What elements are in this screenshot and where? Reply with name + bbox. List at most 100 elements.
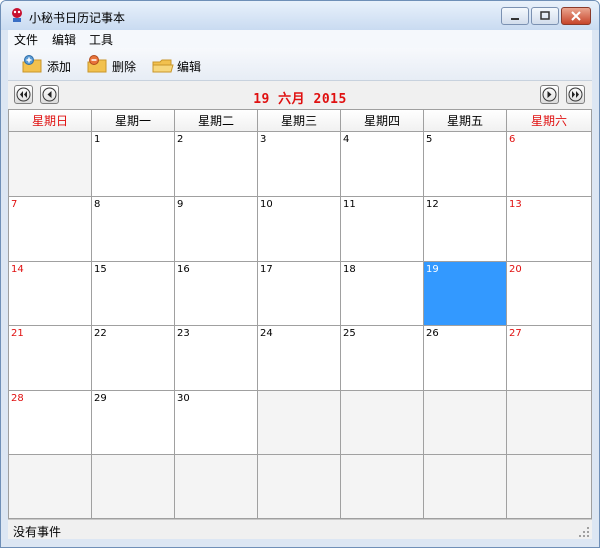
weekday-header: 星期五	[424, 110, 507, 132]
next-year-button[interactable]	[566, 85, 585, 104]
day-cell[interactable]: 20	[507, 262, 591, 326]
day-cell[interactable]: 27	[507, 326, 591, 391]
day-number: 7	[11, 199, 18, 210]
calendar-grid: 星期日 星期一 星期二 星期三 星期四 星期五 星期六 1 2 3 4 5 6 7 8 9 10 11 12 13 1…	[8, 109, 592, 519]
delete-folder-icon	[87, 55, 107, 73]
day-number: 1	[94, 134, 101, 145]
day-cell[interactable]: 21	[9, 326, 92, 391]
edit-label: 编辑	[177, 60, 202, 74]
day-cell[interactable]	[9, 132, 92, 197]
menu-file[interactable]: 文件	[14, 31, 38, 48]
weekday-header-row: 星期日 星期一 星期二 星期三 星期四 星期五 星期六	[9, 110, 591, 132]
day-number: 12	[426, 199, 439, 210]
app-logo-icon	[12, 8, 22, 22]
day-number: 10	[260, 199, 273, 210]
right-arrow-icon	[542, 87, 557, 102]
day-cell[interactable]: 28	[9, 391, 92, 455]
weekday-header: 星期日	[9, 110, 92, 132]
day-number: 11	[343, 199, 356, 210]
minimize-button[interactable]	[501, 7, 529, 25]
day-number: 9	[177, 199, 184, 210]
day-cell[interactable]: 23	[175, 326, 258, 391]
day-cell[interactable]	[341, 455, 424, 518]
day-cell[interactable]: 6	[507, 132, 591, 197]
day-number: 28	[11, 393, 24, 404]
day-cell[interactable]: 1	[92, 132, 175, 197]
day-number: 2	[177, 134, 184, 145]
day-cell[interactable]: 17	[258, 262, 341, 326]
weekday-header: 星期四	[341, 110, 424, 132]
day-number: 25	[343, 328, 356, 339]
edit-button[interactable]: 编辑	[151, 54, 201, 76]
day-number: 21	[11, 328, 24, 339]
day-cell[interactable]: 25	[341, 326, 424, 391]
day-number: 5	[426, 134, 433, 145]
day-cell[interactable]	[507, 455, 591, 518]
day-cell[interactable]: 29	[92, 391, 175, 455]
day-number: 22	[94, 328, 107, 339]
day-cell[interactable]: 22	[92, 326, 175, 391]
close-button[interactable]	[561, 7, 591, 25]
window-title: 小秘书日历记事本	[29, 11, 126, 25]
resize-grip-icon[interactable]	[578, 526, 590, 538]
day-cell[interactable]	[258, 455, 341, 518]
menu-edit[interactable]: 编辑	[52, 31, 76, 48]
day-cell[interactable]: 12	[424, 197, 507, 262]
delete-label: 删除	[112, 60, 137, 74]
weekday-header: 星期二	[175, 110, 258, 132]
day-number: 29	[94, 393, 107, 404]
delete-button[interactable]: 删除	[86, 54, 136, 76]
selected-day-cell[interactable]: 19	[424, 262, 507, 326]
day-number: 26	[426, 328, 439, 339]
day-cell[interactable]: 10	[258, 197, 341, 262]
day-cell[interactable]	[424, 455, 507, 518]
title-bar[interactable]: 小秘书日历记事本	[1, 1, 599, 30]
day-number: 14	[11, 264, 24, 275]
day-cell[interactable]: 8	[92, 197, 175, 262]
day-number: 20	[509, 264, 522, 275]
maximize-button[interactable]	[531, 7, 559, 25]
menu-bar: 文件 编辑 工具	[8, 30, 592, 48]
day-cell[interactable]	[341, 391, 424, 455]
day-cell[interactable]: 3	[258, 132, 341, 197]
day-cell[interactable]: 7	[9, 197, 92, 262]
day-number: 17	[260, 264, 273, 275]
add-folder-icon	[22, 55, 42, 73]
day-cell[interactable]: 5	[424, 132, 507, 197]
day-cell[interactable]	[175, 455, 258, 518]
day-cell[interactable]	[92, 455, 175, 518]
day-cell[interactable]	[424, 391, 507, 455]
day-cell[interactable]: 24	[258, 326, 341, 391]
day-number: 23	[177, 328, 190, 339]
day-cell[interactable]	[258, 391, 341, 455]
day-cell[interactable]: 18	[341, 262, 424, 326]
day-cell[interactable]: 11	[341, 197, 424, 262]
day-cell[interactable]: 2	[175, 132, 258, 197]
day-cell[interactable]: 14	[9, 262, 92, 326]
day-cell[interactable]: 4	[341, 132, 424, 197]
day-number: 15	[94, 264, 107, 275]
day-cell[interactable]: 26	[424, 326, 507, 391]
day-cell[interactable]: 13	[507, 197, 591, 262]
add-label: 添加	[47, 60, 72, 74]
minimize-icon	[511, 18, 519, 20]
next-month-button[interactable]	[540, 85, 559, 104]
day-number: 13	[509, 199, 522, 210]
day-number: 27	[509, 328, 522, 339]
day-number: 19	[426, 264, 439, 275]
menu-tools[interactable]: 工具	[89, 31, 113, 48]
day-cell[interactable]: 16	[175, 262, 258, 326]
day-number: 8	[94, 199, 101, 210]
weekday-header: 星期三	[258, 110, 341, 132]
day-cell[interactable]: 15	[92, 262, 175, 326]
current-date-title: 19 六月 2015	[253, 92, 347, 107]
add-button[interactable]: 添加	[21, 54, 71, 76]
day-number: 24	[260, 328, 273, 339]
app-window: 小秘书日历记事本 文件 编辑 工具 添加 删除 编辑 19 六月 2015 星期…	[0, 0, 600, 548]
day-number: 18	[343, 264, 356, 275]
day-cell[interactable]	[507, 391, 591, 455]
day-cell[interactable]: 30	[175, 391, 258, 455]
window-bottom-border	[1, 539, 599, 547]
day-cell[interactable]	[9, 455, 92, 518]
day-cell[interactable]: 9	[175, 197, 258, 262]
